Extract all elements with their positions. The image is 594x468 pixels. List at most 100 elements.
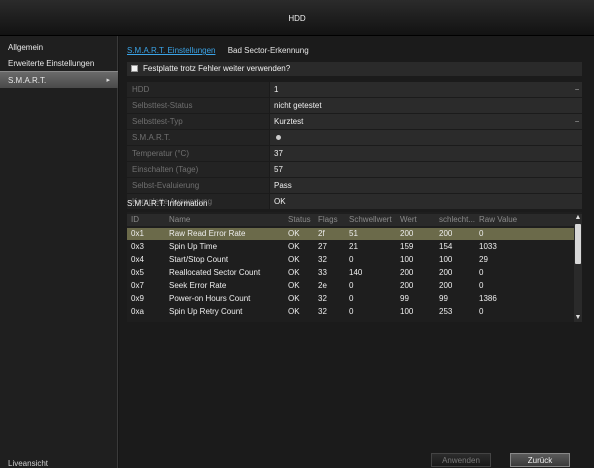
table-cell: 200 (439, 268, 453, 277)
info-row-selftest-status: Selbsttest-Status nicht getestet (127, 98, 582, 113)
scrollbar-thumb[interactable] (575, 224, 581, 264)
table-cell: 0x9 (131, 294, 144, 303)
column-header: Raw Value (479, 215, 518, 224)
table-cell: OK (288, 242, 300, 251)
table-cell: 100 (400, 307, 414, 316)
table-cell: 32 (318, 307, 327, 316)
table-cell: OK (288, 281, 300, 290)
table-cell: OK (288, 229, 300, 238)
table-cell: 1386 (479, 294, 497, 303)
table-cell: 100 (400, 255, 414, 264)
table-cell: 100 (439, 255, 453, 264)
column-header: ID (131, 215, 139, 224)
table-cell: 0x5 (131, 268, 144, 277)
table-cell: 200 (400, 281, 414, 290)
table-row[interactable]: 0x1 Raw Read Error Rate OK 2f 51 200 200 0 (127, 228, 574, 240)
column-header: Wert (400, 215, 417, 224)
info-label: Selbsttest-Typ (127, 114, 269, 129)
table-cell: 0 (349, 307, 354, 316)
table-cell: Reallocated Sector Count (169, 268, 261, 277)
info-row-power-on-days: Einschalten (Tage) 57 (127, 162, 582, 177)
chevron-right-icon: ▸ (106, 77, 110, 84)
back-button[interactable]: Zurück (510, 453, 570, 467)
table-cell: 0 (479, 307, 484, 316)
table-cell: 2e (318, 281, 327, 290)
table-row[interactable]: 0x9 Power-on Hours Count OK 32 0 99 99 1386 (127, 293, 574, 305)
column-header: schlecht... (439, 215, 476, 224)
table-cell: 51 (349, 229, 358, 238)
table-cell: 0 (349, 255, 354, 264)
table-cell: 27 (318, 242, 327, 251)
info-value: OK (270, 194, 582, 209)
table-cell: 154 (439, 242, 453, 251)
selftest-type-select[interactable]: Kurztest – (270, 114, 582, 129)
chevron-down-icon[interactable]: ▼ (574, 314, 582, 322)
table-cell: OK (288, 294, 300, 303)
table-cell: 0 (349, 281, 354, 290)
table-cell: 2f (318, 229, 325, 238)
title-bar: HDD (0, 0, 594, 36)
liveview-link[interactable]: Liveansicht (8, 459, 48, 468)
table-header: ID Name Status Flags Schwellwert Wert sc… (127, 214, 574, 226)
info-label: Selbst-Evaluierung (127, 178, 269, 193)
table-scrollbar[interactable]: ▲ ▼ (574, 214, 582, 322)
table-row[interactable]: 0x3 Spin Up Time OK 27 21 159 154 1033 (127, 241, 574, 253)
column-header: Status (288, 215, 311, 224)
info-label: Selbsttest-Status (127, 98, 269, 113)
table-cell: 29 (479, 255, 488, 264)
apply-button[interactable]: Anwenden (431, 453, 491, 467)
continue-use-label: Festplatte trotz Fehler weiter verwenden… (143, 64, 291, 73)
table-cell: 200 (400, 229, 414, 238)
table-row[interactable]: 0x4 Start/Stop Count OK 32 0 100 100 29 (127, 254, 574, 266)
sidebar-item-smart[interactable]: S.M.A.R.T. ▸ (0, 71, 118, 88)
info-label: Einschalten (Tage) (127, 162, 269, 177)
continue-use-checkbox[interactable] (131, 65, 138, 72)
table-cell: 32 (318, 255, 327, 264)
table-cell: Spin Up Retry Count (169, 307, 243, 316)
column-header: Flags (318, 215, 338, 224)
table-cell: Power-on Hours Count (169, 294, 251, 303)
table-row[interactable]: 0x7 Seek Error Rate OK 2e 0 200 200 0 (127, 280, 574, 292)
table-cell: OK (288, 255, 300, 264)
info-label: Temperatur (°C) (127, 146, 269, 161)
sidebar-item-label: Erweiterte Einstellungen (8, 59, 95, 68)
sidebar-item-label: Allgemein (8, 43, 44, 52)
table-cell: 0 (479, 229, 484, 238)
table-cell: 200 (400, 268, 414, 277)
table-cell: 0 (349, 294, 354, 303)
sidebar-item-erweiterte-einstellungen[interactable]: Erweiterte Einstellungen (0, 55, 118, 72)
main-panel: S.M.A.R.T. Einstellungen Bad Sector-Erke… (119, 36, 594, 468)
info-value: Kurztest (274, 117, 304, 126)
column-header: Name (169, 215, 191, 224)
info-row-self-evaluation: Selbst-Evaluierung Pass (127, 178, 582, 193)
sidebar-item-allgemein[interactable]: Allgemein (0, 39, 118, 56)
continue-use-row: Festplatte trotz Fehler weiter verwenden… (127, 62, 582, 76)
table-cell: 99 (439, 294, 448, 303)
table-cell: 253 (439, 307, 453, 316)
gear-icon (276, 135, 281, 140)
table-row[interactable]: 0xa Spin Up Retry Count OK 32 0 100 253 0 (127, 306, 574, 318)
tab-bad-sector[interactable]: Bad Sector-Erkennung (228, 46, 309, 55)
window-title: HDD (288, 14, 306, 23)
table-cell: 0xa (131, 307, 144, 316)
table-cell: 200 (439, 281, 453, 290)
table-cell: 0x1 (131, 229, 144, 238)
table-cell: Spin Up Time (169, 242, 218, 251)
table-cell: Start/Stop Count (169, 255, 229, 264)
table-cell: 32 (318, 294, 327, 303)
table-cell: 99 (400, 294, 409, 303)
chevron-up-icon[interactable]: ▲ (574, 214, 582, 222)
table-cell: 33 (318, 268, 327, 277)
tab-smart-settings[interactable]: S.M.A.R.T. Einstellungen (127, 46, 215, 55)
info-label: S.M.A.R.T. (127, 130, 269, 145)
info-value: 1 (274, 85, 279, 94)
table-row[interactable]: 0x5 Reallocated Sector Count OK 33 140 200 200… (127, 267, 574, 279)
table-cell: 0x3 (131, 242, 144, 251)
hdd-select[interactable]: 1 – (270, 82, 582, 97)
table-cell: Seek Error Rate (169, 281, 227, 290)
table-cell: 0 (479, 281, 484, 290)
smart-test-trigger[interactable] (270, 130, 582, 145)
table-cell: 1033 (479, 242, 497, 251)
info-row-smart: S.M.A.R.T. (127, 130, 582, 145)
table-cell: 0x7 (131, 281, 144, 290)
